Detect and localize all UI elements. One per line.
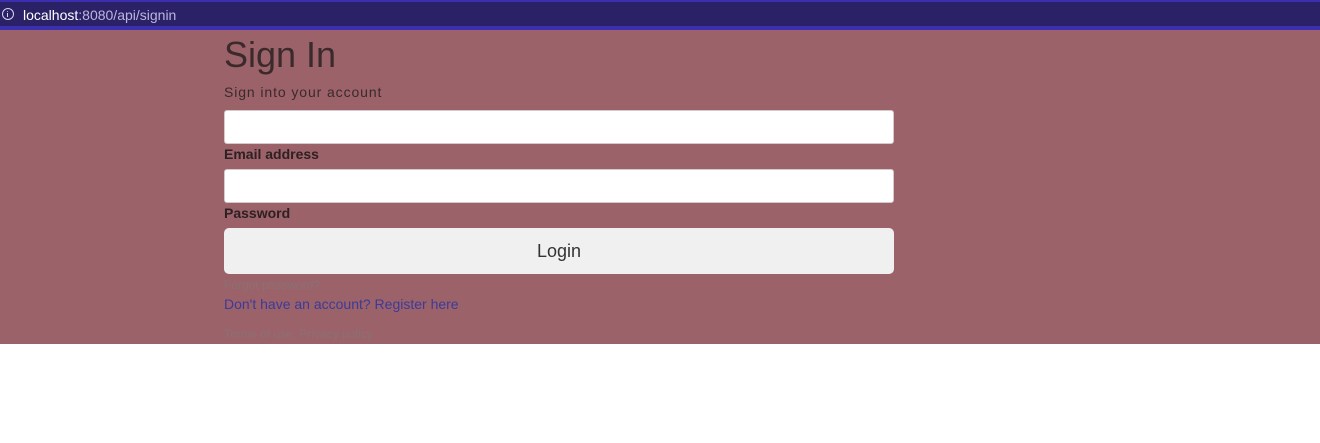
footer-links: Terms of use. Privacy policy (224, 327, 373, 341)
url-host: localhost (23, 7, 79, 23)
forgot-password-link[interactable]: Forgot password? (224, 278, 320, 292)
privacy-link[interactable]: Privacy policy (299, 327, 372, 341)
signin-page: Sign In Sign into your account Email add… (0, 30, 1320, 344)
email-label: Email address (224, 146, 319, 162)
password-label: Password (224, 205, 291, 221)
login-button[interactable]: Login (224, 228, 894, 274)
url-path: :8080/api/signin (78, 7, 177, 23)
register-link[interactable]: Don't have an account? Register here (224, 296, 459, 313)
page-subtitle: Sign into your account (224, 84, 383, 100)
info-icon[interactable] (2, 8, 14, 20)
page-title: Sign In (224, 34, 337, 75)
terms-link[interactable]: Terms of use. (224, 327, 296, 341)
address-url[interactable]: localhost:8080/api/signin (23, 6, 176, 24)
browser-address-bar: localhost:8080/api/signin (0, 0, 1320, 30)
email-field[interactable] (224, 110, 894, 144)
password-field[interactable] (224, 169, 894, 203)
